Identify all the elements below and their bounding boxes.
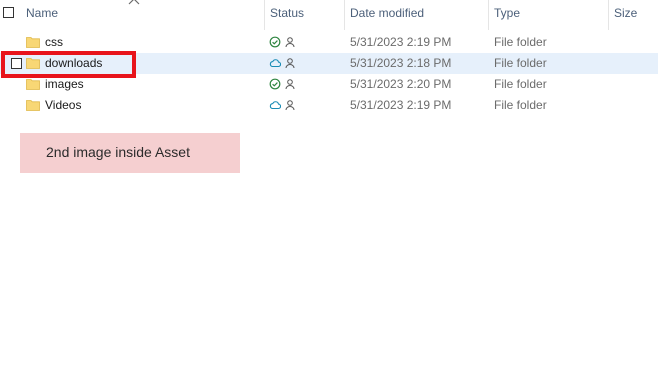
person-icon (285, 79, 295, 90)
column-header-status[interactable]: Status (270, 6, 304, 20)
file-name[interactable]: css (45, 35, 63, 49)
file-name[interactable]: Videos (45, 98, 81, 112)
annotation-note: 2nd image inside Asset (20, 133, 240, 173)
column-divider[interactable] (264, 0, 265, 30)
select-all-checkbox[interactable] (3, 7, 14, 18)
column-header-type[interactable]: Type (494, 6, 520, 20)
file-name[interactable]: images (45, 77, 84, 91)
column-header-bar: Name Status Date modified Type Size (0, 0, 658, 30)
file-row-videos[interactable]: Videos 5/31/2023 2:19 PM File folder (0, 95, 658, 116)
column-divider[interactable] (608, 0, 609, 30)
person-icon (285, 58, 295, 69)
file-type: File folder (494, 35, 547, 49)
sort-ascending-icon[interactable] (128, 0, 140, 6)
annotation-highlight-box (1, 51, 136, 78)
file-row-css[interactable]: css 5/31/2023 2:19 PM File folder (0, 32, 658, 53)
file-type: File folder (494, 56, 547, 70)
person-icon (285, 37, 295, 48)
annotation-note-text: 2nd image inside Asset (46, 144, 190, 160)
date-modified: 5/31/2023 2:18 PM (350, 56, 452, 70)
date-modified: 5/31/2023 2:19 PM (350, 98, 452, 112)
cloud-icon (269, 101, 281, 110)
file-type: File folder (494, 98, 547, 112)
check-circle-icon (269, 78, 281, 90)
folder-icon (26, 79, 40, 90)
date-modified: 5/31/2023 2:20 PM (350, 77, 452, 91)
column-divider[interactable] (488, 0, 489, 30)
column-header-name[interactable]: Name (26, 6, 58, 20)
column-header-date-modified[interactable]: Date modified (350, 6, 424, 20)
date-modified: 5/31/2023 2:19 PM (350, 35, 452, 49)
person-icon (285, 100, 295, 111)
folder-icon (26, 100, 40, 111)
file-type: File folder (494, 77, 547, 91)
column-header-size[interactable]: Size (614, 6, 637, 20)
folder-icon (26, 37, 40, 48)
cloud-icon (269, 59, 281, 68)
column-divider[interactable] (344, 0, 345, 30)
check-circle-icon (269, 36, 281, 48)
